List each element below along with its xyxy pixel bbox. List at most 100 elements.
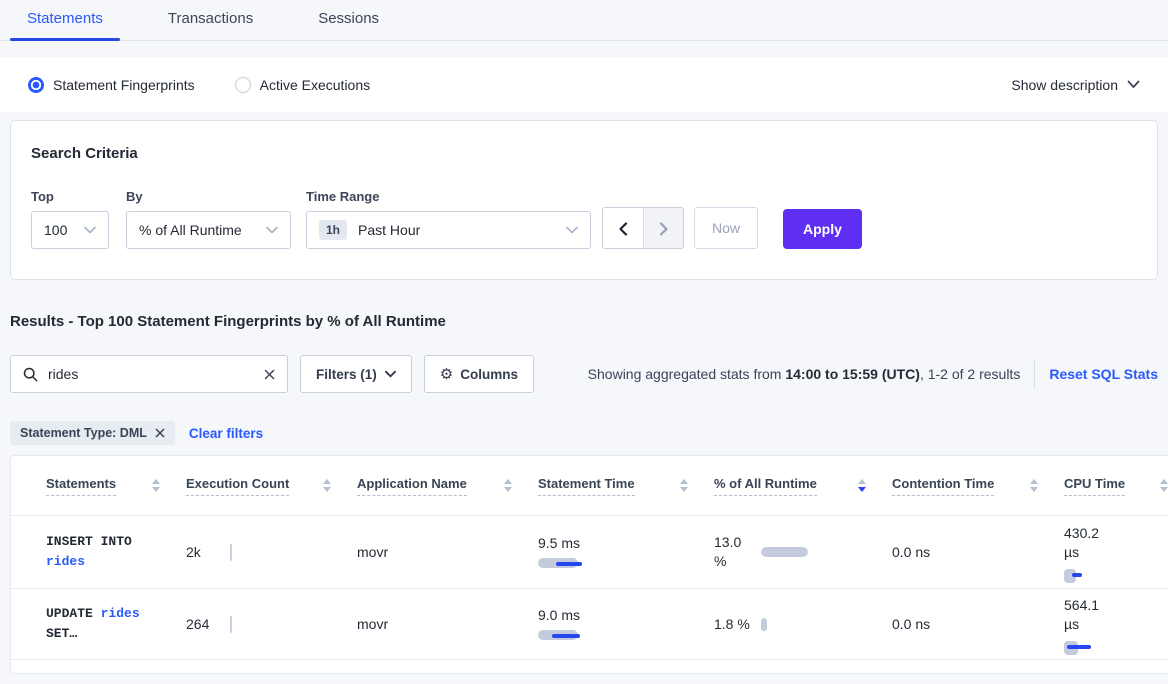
next-time-button[interactable]: [643, 208, 683, 249]
time-range-select[interactable]: 1h Past Hour: [306, 211, 591, 249]
top-select[interactable]: 100: [31, 211, 109, 249]
sort-carets-icon[interactable]: [323, 479, 331, 492]
cpu-time-cell: 430.2 µs: [1064, 524, 1168, 581]
runtime-percent-cell: 13.0 %: [714, 533, 892, 571]
application-name-value: movr: [357, 616, 388, 632]
show-description-label: Show description: [1011, 77, 1118, 93]
column-header-label: % of All Runtime: [714, 476, 817, 496]
tab-transactions[interactable]: Transactions: [168, 10, 253, 40]
sort-up-caret: [323, 479, 331, 484]
chevron-down-icon: [385, 370, 396, 378]
aggregated-stats-text: Showing aggregated stats from 14:00 to 1…: [588, 366, 1021, 382]
chevron-down-icon: [266, 226, 278, 234]
top-field: Top 100: [31, 189, 109, 249]
statement-time-bar: [538, 557, 618, 570]
sort-carets-icon[interactable]: [680, 479, 688, 492]
runtime-percent-bar: [761, 547, 808, 557]
sort-carets-icon[interactable]: [1030, 479, 1038, 492]
bar-mean: [1067, 645, 1091, 649]
table-body: INSERT INTOrides2kmovr9.5 ms13.0 %0.0 ns…: [11, 515, 1168, 660]
search-box[interactable]: [10, 355, 288, 393]
contention-time-cell: 0.0 ns: [892, 616, 1064, 632]
top-value: 100: [44, 222, 84, 238]
column-header-label: Application Name: [357, 476, 467, 496]
execution-count-cell: 2k: [186, 544, 357, 561]
sort-up-caret: [680, 479, 688, 484]
execution-count-bar: [230, 616, 232, 633]
table-row: INSERT INTO rides 2kmovr 9.5 ms13.0 %0.0 ns…: [11, 515, 1168, 588]
search-icon: [23, 367, 38, 382]
tab-statements[interactable]: Statements: [27, 10, 103, 40]
sql-line: SET…: [46, 624, 186, 644]
statement-fingerprint-link[interactable]: rides: [46, 554, 85, 569]
time-range-badge: 1h: [319, 220, 347, 240]
column-header-statement-time[interactable]: Statement Time: [538, 456, 714, 515]
column-header-contention-time[interactable]: Contention Time: [892, 456, 1064, 515]
radio-label: Active Executions: [260, 77, 371, 93]
by-value: % of All Runtime: [139, 222, 266, 238]
sort-down-caret: [858, 487, 866, 492]
statement-time-value: 9.0 ms: [538, 607, 714, 623]
time-range-label: Time Range: [306, 189, 591, 204]
sql-line: UPDATE rides: [46, 604, 186, 624]
sort-down-caret: [1160, 487, 1168, 492]
sort-up-caret: [504, 479, 512, 484]
sql-text: UPDATE: [46, 606, 101, 621]
sort-carets-icon[interactable]: [504, 479, 512, 492]
column-header-cpu-time[interactable]: CPU Time: [1064, 456, 1168, 515]
column-header-application-name[interactable]: Application Name: [357, 456, 538, 515]
column-header-label: Statements: [46, 476, 116, 496]
column-header-label: CPU Time: [1064, 476, 1125, 496]
sort-carets-icon[interactable]: [858, 479, 866, 492]
sort-carets-icon[interactable]: [152, 479, 160, 492]
execution-count-bar: [230, 544, 232, 561]
by-label: By: [126, 189, 291, 204]
cpu-time-value: 430.2 µs: [1064, 524, 1108, 562]
sql-line: rides: [46, 552, 186, 572]
column-header-execution-count[interactable]: Execution Count: [186, 456, 357, 515]
statement-time-cell: 9.5 ms: [538, 535, 714, 570]
statement-fingerprint-link[interactable]: rides: [101, 606, 140, 621]
statements-table: Statements Execution Count Application Nam…: [10, 455, 1168, 674]
stats-time-range: 14:00 to 15:59 (UTC): [785, 366, 920, 382]
results-heading: Results - Top 100 Statement Fingerprints…: [10, 313, 1158, 330]
sql-line: INSERT INTO: [46, 532, 186, 552]
gear-icon: ⚙: [440, 365, 453, 383]
sort-up-caret: [1030, 479, 1038, 484]
columns-button[interactable]: ⚙ Columns: [424, 355, 534, 393]
table-row: UPDATE ridesSET…264movr9.0 ms1.8 %0.0 ns…: [11, 588, 1168, 660]
chevron-down-icon: [1127, 80, 1140, 89]
now-button[interactable]: Now: [694, 207, 758, 249]
by-select[interactable]: % of All Runtime: [126, 211, 291, 249]
contention-time-value: 0.0 ns: [892, 544, 930, 560]
view-toggle-bar: Statement Fingerprints Active Executions…: [0, 57, 1168, 112]
sql-text: SET…: [46, 626, 77, 641]
show-description-toggle[interactable]: Show description: [1011, 77, 1140, 93]
chevron-down-icon: [84, 226, 96, 234]
sort-down-caret: [504, 487, 512, 492]
statement-time-cell: 9.0 ms: [538, 607, 714, 642]
radio-statement-fingerprints[interactable]: Statement Fingerprints: [28, 77, 195, 93]
by-field: By % of All Runtime: [126, 189, 291, 249]
remove-filter-icon[interactable]: [155, 428, 165, 438]
column-header-statements[interactable]: Statements: [46, 456, 186, 515]
application-name-value: movr: [357, 544, 388, 560]
sort-carets-icon[interactable]: [1160, 479, 1168, 492]
column-header-label: Execution Count: [186, 476, 289, 496]
radio-active-executions[interactable]: Active Executions: [235, 77, 371, 93]
tab-sessions[interactable]: Sessions: [318, 10, 379, 40]
reset-sql-stats-link[interactable]: Reset SQL Stats: [1049, 366, 1158, 382]
clear-filters-link[interactable]: Clear filters: [189, 426, 263, 441]
sort-down-caret: [1030, 487, 1038, 492]
previous-time-button[interactable]: [603, 208, 643, 249]
column-header-of-all-runtime[interactable]: % of All Runtime: [714, 456, 892, 515]
filters-button[interactable]: Filters (1): [300, 355, 412, 393]
chevron-left-icon: [618, 222, 628, 236]
sort-down-caret: [680, 487, 688, 492]
search-input[interactable]: [48, 366, 264, 382]
apply-button[interactable]: Apply: [783, 209, 862, 249]
bar-mean: [552, 634, 580, 638]
clear-search-icon[interactable]: [264, 369, 275, 380]
filter-chip-statement-type[interactable]: Statement Type: DML: [10, 421, 175, 445]
filter-chip-row: Statement Type: DML Clear filters: [10, 421, 1158, 445]
